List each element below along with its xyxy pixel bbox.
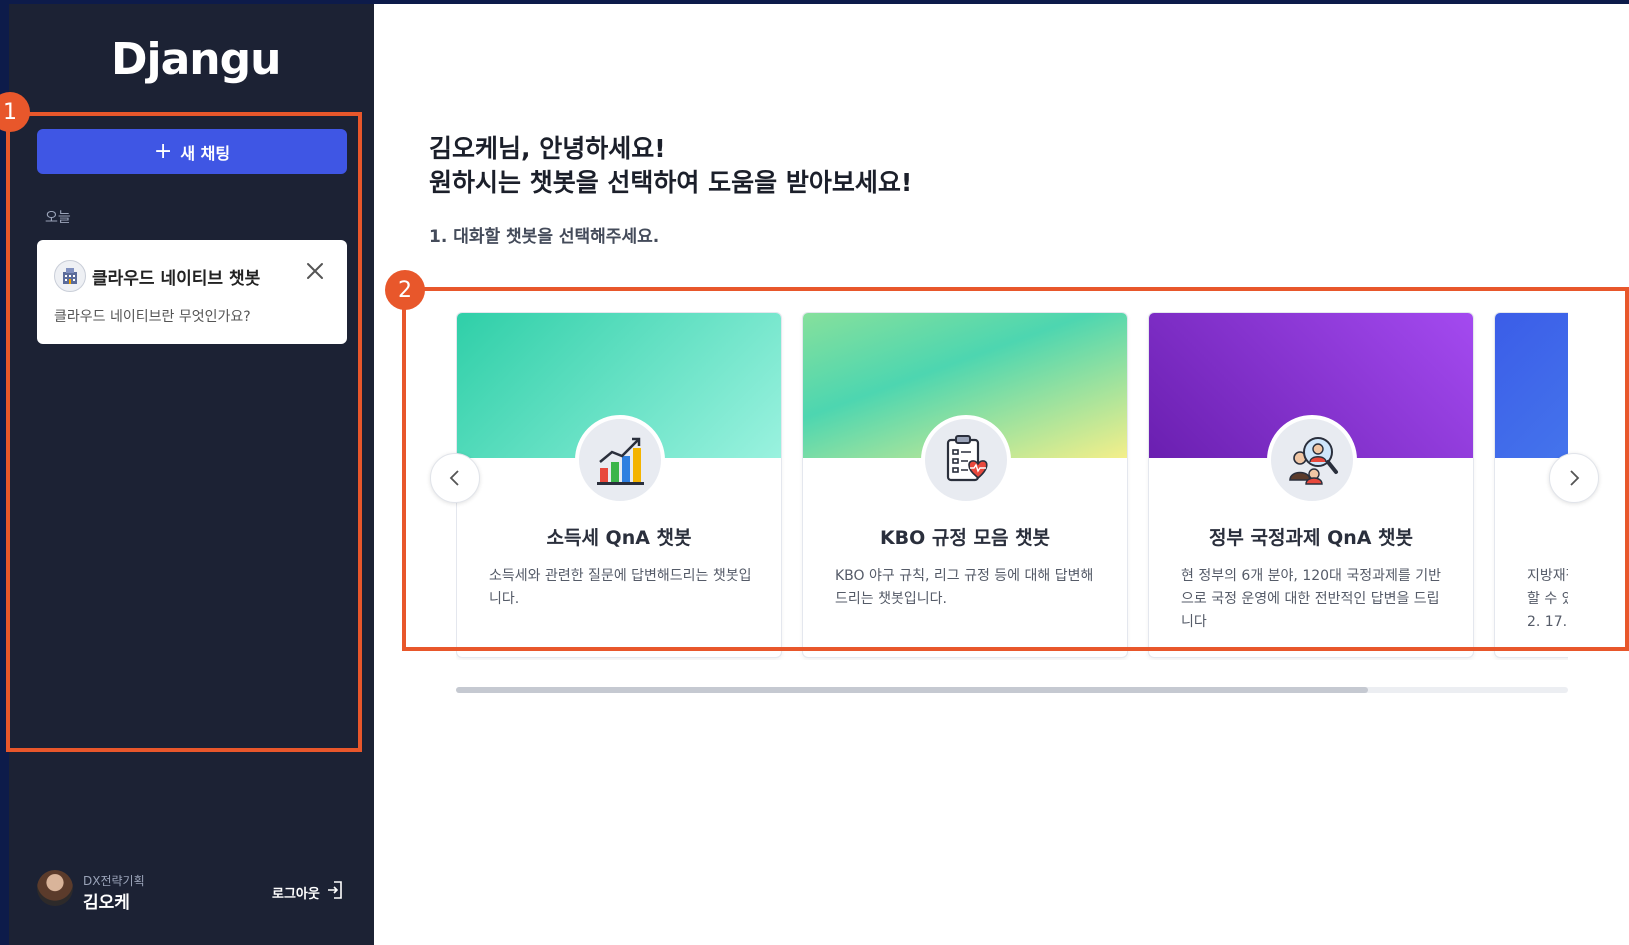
logout-icon [326, 880, 344, 904]
carousel-scrollbar[interactable] [456, 687, 1568, 693]
annotation-box-1 [6, 112, 362, 752]
app-logo[interactable]: Djangu [111, 34, 281, 85]
avatar [37, 870, 73, 906]
logout-label: 로그아웃 [272, 886, 320, 902]
user-name: 김오케 [83, 893, 130, 913]
annotation-badge-2: 2 [385, 270, 425, 310]
greeting-line-2: 원하시는 챗봇을 선택하여 도움을 받아보세요! [429, 168, 913, 197]
scrollbar-thumb[interactable] [456, 687, 1368, 693]
step-label: 1. 대화할 챗봇을 선택해주세요. [429, 227, 660, 247]
logout-button[interactable]: 로그아웃 [272, 880, 344, 904]
greeting-line-1: 김오케님, 안녕하세요! [429, 134, 666, 163]
user-department: DX전략기획 [83, 874, 145, 888]
app-window: Djangu + 새 채팅 오늘 클라우드 네이티브 챗봇 클라우드 네이티브란… [0, 4, 1629, 945]
page-title: 김오케님, 안녕하세요! 원하시는 챗봇을 선택하여 도움을 받아보세요! [429, 132, 912, 200]
logo-text: Djangu [111, 34, 281, 85]
annotation-box-2 [402, 287, 1629, 651]
